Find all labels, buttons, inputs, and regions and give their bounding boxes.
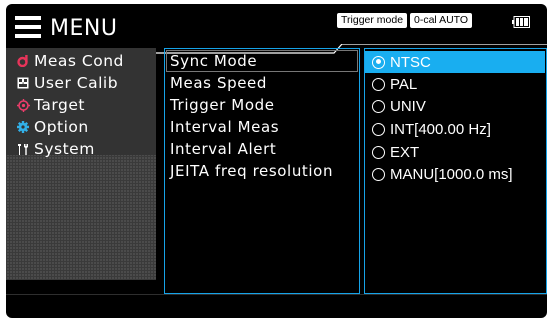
options-panel: NTSC PAL UNIV INT[400.00 Hz] EXT MANU[10… [364,48,547,294]
option-ext[interactable]: EXT [365,141,545,163]
meas-cond-icon [16,54,30,68]
sidebar-item-system[interactable]: System [16,138,95,160]
option-label: EXT [390,143,420,161]
radio-icon [372,167,385,181]
sidebar-item-label: Meas Cond [34,52,124,70]
submenu-item-interval-meas[interactable]: Interval Meas [170,116,279,138]
sidebar-item-option[interactable]: Option [16,116,89,138]
submenu-item-jeita-freq-resolution[interactable]: JEITA freq resolution [170,160,333,182]
gear-icon [16,120,30,134]
target-icon [16,98,30,112]
option-label: INT[400.00 Hz] [390,120,491,138]
radio-icon [372,145,385,159]
footer-divider [6,294,547,295]
option-label: UNIV [390,97,426,115]
sidebar-item-label: Target [34,96,85,114]
trigger-mode-badge: Trigger mode [336,12,409,29]
option-ntsc[interactable]: NTSC [365,51,545,73]
option-label: NTSC [390,53,431,71]
submenu-item-interval-alert[interactable]: Interval Alert [170,138,276,160]
sidebar-item-label: System [34,140,95,158]
submenu-item-trigger-mode[interactable]: Trigger Mode [170,94,275,116]
main-menu-panel: Meas Cond User Calib Target Option Syste… [6,48,156,280]
option-pal[interactable]: PAL [365,73,545,95]
device-screen: MENU Trigger mode 0-cal AUTO Meas Cond U… [6,4,547,318]
option-int[interactable]: INT[400.00 Hz] [365,118,545,140]
submenu-panel: Sync Mode Meas Speed Trigger Mode Interv… [164,48,360,294]
sidebar-item-user-calib[interactable]: User Calib [16,72,118,94]
user-calib-icon [16,76,30,90]
option-label: PAL [390,75,418,93]
option-label: MANU[1000.0 ms] [390,165,513,183]
radio-selected-icon [372,55,385,69]
tools-icon [16,142,30,156]
option-manu[interactable]: MANU[1000.0 ms] [365,163,545,185]
submenu-item-sync-mode[interactable]: Sync Mode [170,50,257,72]
radio-icon [372,77,385,91]
radio-icon [372,122,385,136]
option-univ[interactable]: UNIV [365,95,545,117]
menu-button[interactable]: MENU [12,12,132,44]
menu-label: MENU [50,16,118,41]
radio-icon [372,99,385,113]
sidebar-item-label: Option [34,118,89,136]
zero-cal-badge: 0-cal AUTO [409,12,474,29]
sidebar-item-target[interactable]: Target [16,94,85,116]
sidebar-item-meas-cond[interactable]: Meas Cond [16,50,124,72]
sidebar-item-label: User Calib [34,74,119,92]
submenu-item-meas-speed[interactable]: Meas Speed [170,72,267,94]
battery-icon [512,16,530,28]
